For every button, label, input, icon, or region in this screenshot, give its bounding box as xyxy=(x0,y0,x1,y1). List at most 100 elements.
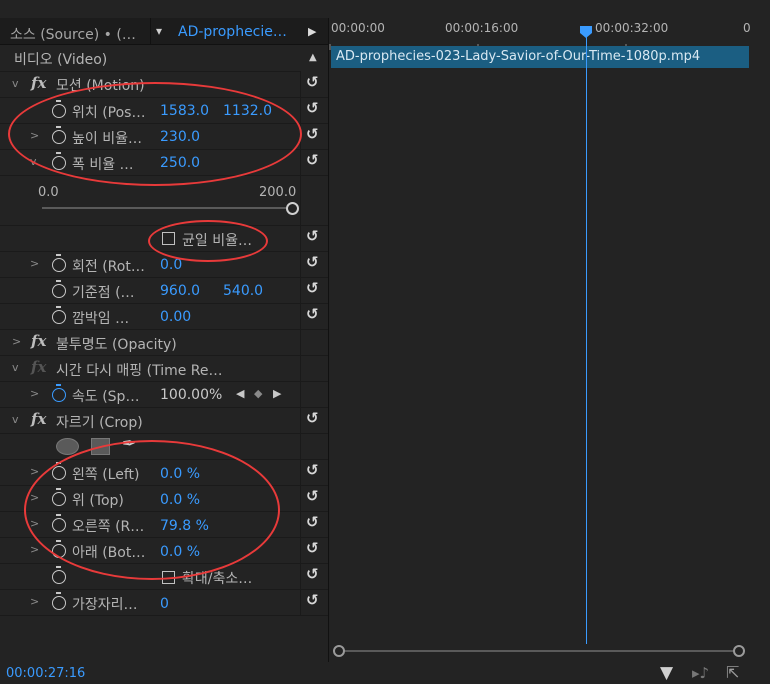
add-keyframe-icon[interactable]: ◆ xyxy=(254,387,262,400)
reset-icon[interactable]: ↺ xyxy=(306,409,319,427)
tab-source[interactable]: 소스 (Source) • (… xyxy=(10,24,136,44)
reset-column: ↺ xyxy=(300,537,329,564)
chevron-right-icon[interactable]: > xyxy=(30,387,39,400)
crop-feather-value[interactable]: 0 xyxy=(160,596,169,612)
chevron-right-icon[interactable]: > xyxy=(12,335,21,348)
slider-min-label: 0.0 xyxy=(38,185,59,200)
stopwatch-icon[interactable] xyxy=(52,306,66,324)
panel-divider xyxy=(328,18,329,662)
current-timecode[interactable]: 00:00:27:16 xyxy=(6,666,85,681)
playhead-line[interactable] xyxy=(586,32,587,644)
chevron-down-icon[interactable]: v xyxy=(12,413,19,426)
chevron-down-icon[interactable]: v xyxy=(12,77,19,90)
ruler-tick-label: 00:00:00 xyxy=(331,21,385,35)
stopwatch-icon[interactable] xyxy=(52,592,66,610)
reset-column xyxy=(300,381,329,408)
stopwatch-icon[interactable] xyxy=(52,566,66,584)
reset-column: ↺ xyxy=(300,251,329,278)
slider-track[interactable] xyxy=(42,207,292,209)
video-section-label: 비디오 (Video) xyxy=(14,52,108,68)
reset-icon[interactable]: ↺ xyxy=(306,253,319,271)
reset-column: ↺ xyxy=(300,459,329,486)
reset-icon[interactable]: ↺ xyxy=(306,125,319,143)
reset-column: ↺ xyxy=(300,149,329,176)
prev-keyframe-icon[interactable]: ◀ xyxy=(236,387,244,400)
speed-row: > 속도 (Sp… 100.00% ◀ ◆ ▶ xyxy=(0,381,300,408)
collapse-up-icon[interactable]: ▲ xyxy=(309,52,317,63)
ruler-tick-label: 00:00:32:00 xyxy=(595,21,669,35)
reset-column: ↺ xyxy=(300,485,329,512)
reset-icon[interactable]: ↺ xyxy=(306,99,319,117)
scroll-start-handle[interactable] xyxy=(333,645,345,657)
chevron-down-icon[interactable]: ▾ xyxy=(156,24,162,38)
ruler-tick-label: 00:00:16:00 xyxy=(445,21,519,35)
scroll-track[interactable] xyxy=(345,650,733,652)
filter-icon[interactable]: ▼ xyxy=(660,663,673,683)
timeline-scrollbar[interactable] xyxy=(333,645,745,657)
reset-column: ↺ xyxy=(300,563,329,590)
anchor-y-value[interactable]: 540.0 xyxy=(223,283,263,299)
stopwatch-icon[interactable] xyxy=(52,280,66,298)
reset-column: ↺ xyxy=(300,407,329,434)
reset-column: ↺ xyxy=(300,303,329,330)
annotation-ellipse xyxy=(8,82,302,186)
stopwatch-icon[interactable] xyxy=(52,254,66,272)
flicker-row: 깜박임 … 0.00 xyxy=(0,303,300,330)
fx-icon[interactable]: fx xyxy=(31,74,46,92)
insert-icon[interactable]: ▸♪ xyxy=(692,664,709,682)
export-icon[interactable]: ⇱ xyxy=(726,663,739,682)
reset-icon[interactable]: ↺ xyxy=(306,305,319,323)
reset-column: ↺ xyxy=(300,511,329,538)
crop-feather-label: 가장자리… xyxy=(72,597,138,613)
tab-divider xyxy=(150,18,151,44)
rotation-label: 회전 (Rot… xyxy=(72,259,145,275)
reset-icon[interactable]: ↺ xyxy=(306,227,319,245)
reset-icon[interactable]: ↺ xyxy=(306,151,319,169)
slider-handle[interactable] xyxy=(286,202,299,215)
clip-name: AD-prophecies-023-Lady-Savior-of-Our-Tim… xyxy=(336,49,701,64)
time-remap-label: 시간 다시 매핑 (Time Re… xyxy=(56,363,223,379)
reset-icon[interactable]: ↺ xyxy=(306,487,319,505)
fx-icon[interactable]: fx xyxy=(31,332,46,350)
fx-icon[interactable]: fx xyxy=(31,410,46,428)
annotation-ellipse xyxy=(148,220,268,262)
reset-icon[interactable]: ↺ xyxy=(306,513,319,531)
reset-icon[interactable]: ↺ xyxy=(306,539,319,557)
anchor-x-value[interactable]: 960.0 xyxy=(160,283,200,299)
crop-effect-row[interactable]: v fx 자르기 (Crop) xyxy=(0,407,300,434)
reset-column xyxy=(300,433,329,460)
reset-column: ↺ xyxy=(300,225,329,252)
playhead-icon[interactable] xyxy=(580,26,592,38)
annotation-ellipse xyxy=(24,440,280,580)
reset-icon[interactable]: ↺ xyxy=(306,565,319,583)
chevron-right-icon[interactable]: > xyxy=(30,465,39,478)
reset-column: ↺ xyxy=(300,277,329,304)
next-keyframe-icon[interactable]: ▶ xyxy=(273,387,281,400)
stopwatch-icon[interactable] xyxy=(52,384,66,402)
slider-max-label: 200.0 xyxy=(259,185,297,200)
flicker-value[interactable]: 0.00 xyxy=(160,309,191,325)
chevron-down-icon[interactable]: v xyxy=(12,361,19,374)
reset-column: ↺ xyxy=(300,123,329,150)
ellipse-mask-icon[interactable] xyxy=(56,438,79,455)
anchor-label: 기준점 (… xyxy=(72,285,135,301)
scroll-end-handle[interactable] xyxy=(733,645,745,657)
reset-icon[interactable]: ↺ xyxy=(306,279,319,297)
rotation-row: > 회전 (Rot… 0.0 xyxy=(0,251,300,278)
reset-icon[interactable]: ↺ xyxy=(306,461,319,479)
play-arrow-icon[interactable]: ▶ xyxy=(308,25,316,38)
flicker-label: 깜박임 … xyxy=(72,311,130,327)
tab-active-clip[interactable]: AD-prophecie… xyxy=(178,24,287,40)
time-remap-effect-row[interactable]: v fx 시간 다시 매핑 (Time Re… xyxy=(0,355,300,382)
chevron-right-icon[interactable]: > xyxy=(30,595,39,608)
reset-column: ↺ xyxy=(300,589,329,616)
opacity-label: 불투명도 (Opacity) xyxy=(56,337,177,353)
crop-label: 자르기 (Crop) xyxy=(56,415,143,431)
chevron-right-icon[interactable]: > xyxy=(30,543,39,556)
speed-value[interactable]: 100.00% xyxy=(160,387,222,403)
reset-icon[interactable]: ↺ xyxy=(306,591,319,609)
video-section-row: 비디오 (Video) ▲ xyxy=(0,45,317,72)
opacity-effect-row[interactable]: > fx 불투명도 (Opacity) xyxy=(0,329,300,356)
chevron-right-icon[interactable]: > xyxy=(30,257,39,270)
reset-icon[interactable]: ↺ xyxy=(306,73,319,91)
